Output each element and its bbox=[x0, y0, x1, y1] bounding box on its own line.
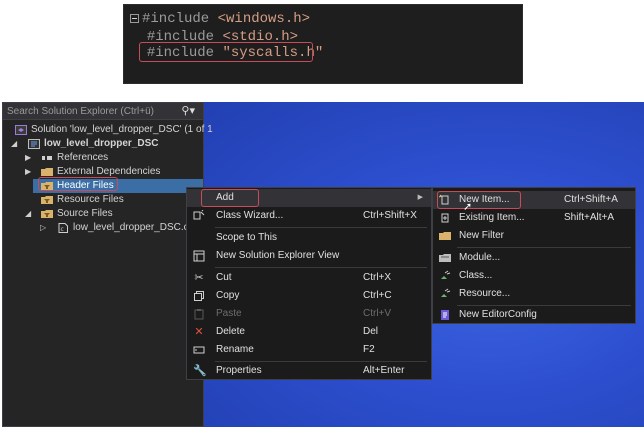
search-icon[interactable]: ⚲▾ bbox=[181, 103, 195, 120]
add-submenu: New Item... Ctrl+Shift+A ➚ Existing Item… bbox=[432, 187, 636, 324]
menu-item-paste[interactable]: Paste Ctrl+V bbox=[187, 305, 431, 323]
wrench-icon: 🔧 bbox=[193, 365, 207, 377]
context-menu: Add ▶ Class Wizard... Ctrl+Shift+X Scope… bbox=[186, 187, 432, 380]
code-snippet: #include <windows.h> #include <stdio.h> … bbox=[123, 4, 523, 84]
new-view-icon bbox=[193, 250, 205, 262]
menu-item-label: Scope to This bbox=[216, 232, 277, 243]
class-wizard-icon bbox=[193, 209, 205, 222]
menu-separator bbox=[457, 247, 631, 248]
menu-separator bbox=[215, 227, 427, 228]
expanded-arrow-icon[interactable]: ◢ bbox=[25, 207, 31, 221]
menu-item-shortcut: Alt+Enter bbox=[363, 365, 405, 376]
project-icon bbox=[28, 139, 40, 149]
tree-item-resource-files[interactable]: Resource Files bbox=[3, 193, 203, 207]
menu-item-label: Class Wizard... bbox=[216, 210, 284, 221]
menu-item-scope-to-this[interactable]: Scope to This bbox=[187, 229, 431, 247]
solution-explorer: Search Solution Explorer (Ctrl+ü) ⚲▾ Sol… bbox=[2, 102, 213, 427]
menu-item-label: Existing Item... bbox=[459, 212, 525, 223]
menu-item-label: Rename bbox=[216, 344, 254, 355]
menu-item-label: New Solution Explorer View bbox=[216, 250, 340, 261]
menu-item-label: Resource... bbox=[459, 288, 511, 299]
tree-item-label: References bbox=[57, 152, 109, 163]
copy-icon bbox=[193, 290, 205, 302]
highlight-box bbox=[139, 42, 313, 62]
class-icon bbox=[439, 270, 451, 282]
tree-item-label: Source Files bbox=[57, 208, 113, 219]
collapsed-arrow-icon[interactable]: ▶ bbox=[25, 151, 31, 165]
menu-item-properties[interactable]: 🔧 Properties Alt+Enter bbox=[187, 362, 431, 380]
search-input[interactable]: Search Solution Explorer (Ctrl+ü) ⚲▾ bbox=[3, 103, 203, 120]
menu-item-class-wizard[interactable]: Class Wizard... Ctrl+Shift+X bbox=[187, 207, 431, 225]
menu-item-existing-item[interactable]: Existing Item... Shift+Alt+A bbox=[433, 209, 635, 227]
menu-item-shortcut: Ctrl+C bbox=[363, 290, 392, 301]
filter-folder-icon bbox=[41, 195, 53, 205]
tree-item-references[interactable]: ▶ References bbox=[3, 151, 203, 165]
menu-item-shortcut: Ctrl+Shift+X bbox=[363, 210, 417, 221]
tree-item-project[interactable]: ◢ low_level_dropper_DSC bbox=[3, 137, 203, 151]
menu-item-new-editorconfig[interactable]: New EditorConfig bbox=[433, 306, 635, 324]
menu-item-label: Properties bbox=[216, 365, 262, 376]
delete-icon: ✕ bbox=[194, 326, 204, 338]
resource-icon bbox=[439, 288, 451, 300]
menu-item-label: Class... bbox=[459, 270, 493, 281]
collapsed-arrow-icon[interactable]: ▶ bbox=[25, 165, 31, 179]
menu-item-module[interactable]: Module... bbox=[433, 249, 635, 267]
menu-item-copy[interactable]: Copy Ctrl+C bbox=[187, 287, 431, 305]
submenu-arrow-icon: ▶ bbox=[417, 194, 423, 201]
menu-item-label: New Filter bbox=[459, 230, 505, 241]
collapse-icon[interactable] bbox=[130, 13, 139, 23]
menu-item-shortcut: Del bbox=[363, 326, 379, 337]
svg-text:c: c bbox=[61, 226, 64, 233]
tree-item-label: Resource Files bbox=[57, 194, 124, 205]
existing-item-icon bbox=[439, 212, 451, 224]
c-file-icon: c bbox=[57, 223, 69, 233]
include-keyword: #include bbox=[142, 11, 210, 27]
tree-item-label: Solution 'low_level_dropper_DSC' (1 of 1 bbox=[31, 124, 213, 135]
menu-item-shortcut: Ctrl+Shift+A bbox=[564, 194, 618, 205]
menu-item-new-filter[interactable]: New Filter bbox=[433, 227, 635, 245]
editorconfig-icon bbox=[439, 309, 451, 321]
tree-item-source-file[interactable]: ▷ c low_level_dropper_DSC.c bbox=[3, 221, 203, 235]
menu-item-cut[interactable]: ✂ Cut Ctrl+X bbox=[187, 269, 431, 287]
rename-icon bbox=[193, 344, 205, 356]
menu-item-shortcut: F2 bbox=[363, 344, 375, 355]
folder-icon bbox=[439, 230, 451, 242]
code-line-1: #include <windows.h> bbox=[130, 9, 310, 29]
tree-item-label: low_level_dropper_DSC.c bbox=[73, 222, 189, 233]
menu-item-delete[interactable]: ✕ Delete Del bbox=[187, 323, 431, 341]
menu-item-label: Paste bbox=[216, 308, 242, 319]
references-icon bbox=[41, 153, 53, 163]
menu-item-label: New EditorConfig bbox=[459, 309, 537, 320]
menu-item-shortcut: Shift+Alt+A bbox=[564, 212, 615, 223]
menu-item-label: Copy bbox=[216, 290, 240, 301]
expanded-arrow-icon[interactable]: ◢ bbox=[11, 137, 17, 151]
tree-item-label: low_level_dropper_DSC bbox=[44, 138, 159, 149]
paste-icon bbox=[193, 308, 205, 320]
menu-item-shortcut: Ctrl+V bbox=[363, 308, 392, 319]
scissors-icon: ✂ bbox=[194, 272, 204, 284]
solution-icon bbox=[15, 125, 27, 135]
menu-item-shortcut: Ctrl+X bbox=[363, 272, 392, 283]
menu-item-label: Module... bbox=[459, 252, 501, 263]
highlight-box bbox=[437, 191, 521, 209]
menu-item-label: Cut bbox=[216, 272, 232, 283]
folder-icon bbox=[41, 167, 53, 177]
tree-item-solution[interactable]: Solution 'low_level_dropper_DSC' (1 of 1 bbox=[3, 123, 213, 137]
menu-item-resource[interactable]: Resource... bbox=[433, 285, 635, 303]
collapsed-arrow-icon[interactable]: ▷ bbox=[40, 221, 46, 235]
highlight-box bbox=[201, 189, 259, 207]
menu-separator bbox=[215, 267, 427, 268]
tree-item-source-files[interactable]: ◢ Source Files bbox=[3, 207, 203, 221]
highlight-box bbox=[38, 177, 118, 191]
module-icon bbox=[439, 252, 451, 264]
menu-item-label: Delete bbox=[216, 326, 245, 337]
menu-item-class[interactable]: Class... bbox=[433, 267, 635, 285]
include-path: <windows.h> bbox=[217, 11, 311, 27]
menu-item-new-solution-explorer-view[interactable]: New Solution Explorer View bbox=[187, 247, 431, 265]
menu-item-rename[interactable]: Rename F2 bbox=[187, 341, 431, 359]
filter-folder-icon bbox=[41, 209, 53, 219]
search-placeholder: Search Solution Explorer (Ctrl+ü) bbox=[7, 106, 155, 117]
